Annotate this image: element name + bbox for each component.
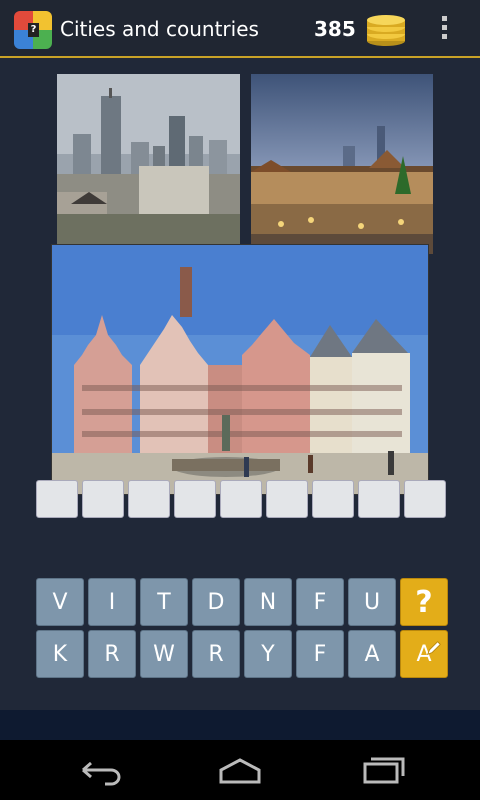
letter-key[interactable]: A bbox=[348, 630, 396, 678]
puzzle-photo-icon: ? bbox=[14, 11, 52, 49]
hint-button[interactable]: ? bbox=[400, 578, 448, 626]
answer-slot[interactable] bbox=[312, 480, 354, 518]
coin-stack-icon[interactable] bbox=[365, 12, 407, 48]
letter-key[interactable]: D bbox=[192, 578, 240, 626]
reveal-letter-button[interactable]: A bbox=[400, 630, 448, 678]
letter-key[interactable]: F bbox=[296, 630, 344, 678]
town-hall-square-photo[interactable] bbox=[52, 245, 428, 494]
letter-key[interactable]: U bbox=[348, 578, 396, 626]
letter-key[interactable]: K bbox=[36, 630, 84, 678]
answer-slot[interactable] bbox=[266, 480, 308, 518]
home-icon[interactable] bbox=[215, 754, 265, 786]
answer-slots bbox=[36, 480, 450, 520]
letter-keyboard: V I T D N F U K R W R Y F A? A bbox=[36, 578, 450, 680]
letter-key[interactable]: V bbox=[36, 578, 84, 626]
skyline-photo[interactable] bbox=[57, 74, 240, 244]
answer-slot[interactable] bbox=[128, 480, 170, 518]
bottom-strip bbox=[0, 710, 480, 740]
letter-key[interactable]: Y bbox=[244, 630, 292, 678]
app-title: Cities and countries bbox=[60, 17, 259, 41]
letter-key[interactable]: R bbox=[192, 630, 240, 678]
recents-icon[interactable] bbox=[357, 754, 407, 786]
christmas-market-photo[interactable] bbox=[251, 74, 433, 254]
answer-slot[interactable] bbox=[220, 480, 262, 518]
back-icon[interactable] bbox=[75, 754, 125, 786]
system-nav-bar bbox=[0, 740, 480, 800]
letter-key[interactable]: I bbox=[88, 578, 136, 626]
answer-slot[interactable] bbox=[404, 480, 446, 518]
answer-slot[interactable] bbox=[36, 480, 78, 518]
answer-slot[interactable] bbox=[358, 480, 400, 518]
overflow-menu-icon[interactable] bbox=[440, 16, 448, 42]
answer-slot[interactable] bbox=[82, 480, 124, 518]
coin-count: 385 bbox=[314, 17, 356, 41]
letter-key[interactable]: R bbox=[88, 630, 136, 678]
app-bar: ? Cities and countries 385 bbox=[0, 0, 480, 58]
answer-slot[interactable] bbox=[174, 480, 216, 518]
pencil-icon bbox=[426, 641, 441, 656]
letter-key[interactable]: T bbox=[140, 578, 188, 626]
letter-key[interactable]: N bbox=[244, 578, 292, 626]
letter-key[interactable]: F bbox=[296, 578, 344, 626]
letter-key[interactable]: W bbox=[140, 630, 188, 678]
